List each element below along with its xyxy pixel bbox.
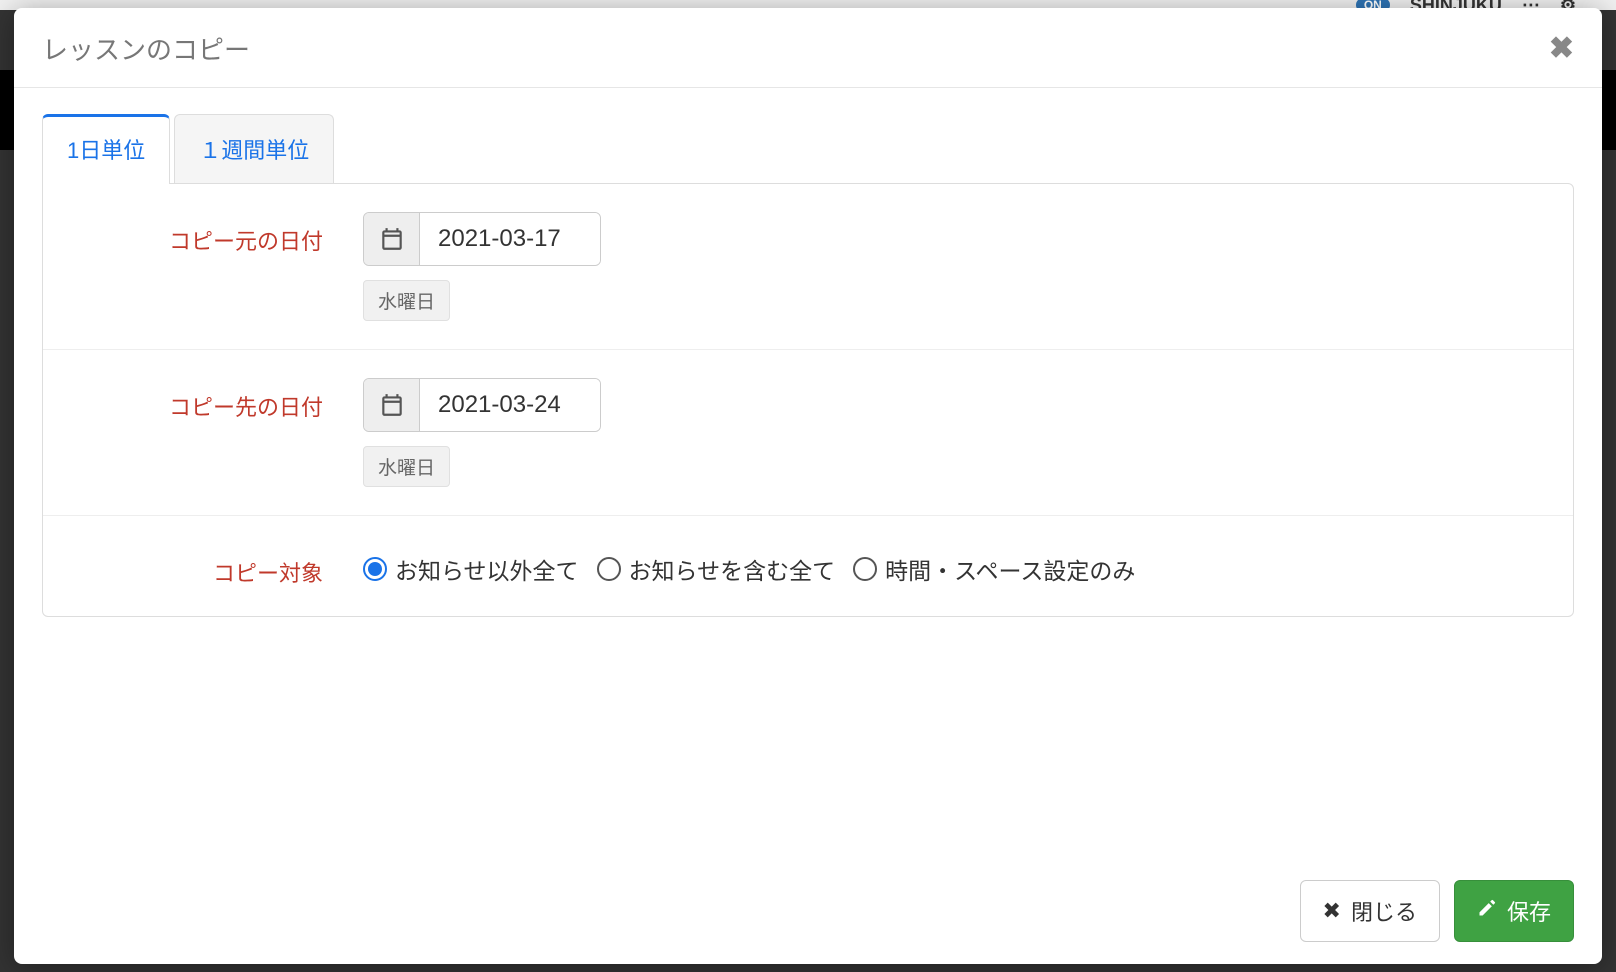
dest-date-weekday-badge: 水曜日 — [363, 446, 450, 487]
tab-one-week[interactable]: １週間単位 — [174, 114, 334, 183]
field-source-date: 水曜日 — [363, 212, 1553, 321]
radio-label: お知らせ以外全て — [395, 552, 579, 586]
close-icon: ✖ — [1323, 898, 1341, 924]
dest-date-input[interactable] — [420, 379, 600, 431]
radio-icon — [363, 557, 387, 581]
radio-except-notices[interactable]: お知らせ以外全て — [363, 552, 579, 586]
close-button[interactable]: ✖ 閉じる — [1300, 880, 1440, 942]
calendar-icon[interactable] — [364, 379, 420, 431]
row-source-date: コピー元の日付 水曜日 — [43, 184, 1573, 350]
tab-one-day[interactable]: 1日単位 — [42, 114, 170, 184]
save-button[interactable]: 保存 — [1454, 880, 1574, 942]
radio-time-space-only[interactable]: 時間・スペース設定のみ — [853, 552, 1135, 586]
label-copy-target: コピー対象 — [63, 544, 363, 588]
copy-target-radio-group: お知らせ以外全て お知らせを含む全て 時間・スペース設定のみ — [363, 544, 1553, 586]
tab-content: コピー元の日付 水曜日 コピー先の日付 — [42, 183, 1574, 617]
radio-icon — [853, 557, 877, 581]
dest-date-input-group — [363, 378, 601, 432]
row-dest-date: コピー先の日付 水曜日 — [43, 350, 1573, 516]
label-dest-date: コピー先の日付 — [63, 378, 363, 422]
copy-lesson-modal: レッスンのコピー ✖ 1日単位 １週間単位 コピー元の日付 — [14, 8, 1602, 964]
tab-label: 1日単位 — [67, 138, 145, 163]
calendar-icon[interactable] — [364, 213, 420, 265]
tabs: 1日単位 １週間単位 — [42, 114, 1574, 183]
radio-label: お知らせを含む全て — [629, 552, 836, 586]
modal-header: レッスンのコピー ✖ — [14, 8, 1602, 88]
radio-icon — [597, 557, 621, 581]
source-date-weekday-badge: 水曜日 — [363, 280, 450, 321]
radio-label: 時間・スペース設定のみ — [885, 552, 1135, 586]
label-source-date: コピー元の日付 — [63, 212, 363, 256]
radio-including-notices[interactable]: お知らせを含む全て — [597, 552, 836, 586]
source-date-input-group — [363, 212, 601, 266]
modal-footer: ✖ 閉じる 保存 — [14, 862, 1602, 964]
close-icon-button[interactable]: ✖ — [1549, 34, 1574, 64]
tab-label: １週間単位 — [199, 138, 309, 163]
save-button-label: 保存 — [1507, 895, 1551, 927]
row-copy-target: コピー対象 お知らせ以外全て お知らせを含む全て 時間・ — [43, 516, 1573, 616]
source-date-input[interactable] — [420, 213, 600, 265]
close-button-label: 閉じる — [1351, 895, 1417, 927]
field-dest-date: 水曜日 — [363, 378, 1553, 487]
modal-body: 1日単位 １週間単位 コピー元の日付 水曜日 — [14, 88, 1602, 862]
field-copy-target: お知らせ以外全て お知らせを含む全て 時間・スペース設定のみ — [363, 544, 1553, 586]
close-icon: ✖ — [1549, 32, 1574, 65]
edit-icon — [1477, 898, 1497, 924]
modal-title: レッスンのコピー — [42, 30, 250, 67]
